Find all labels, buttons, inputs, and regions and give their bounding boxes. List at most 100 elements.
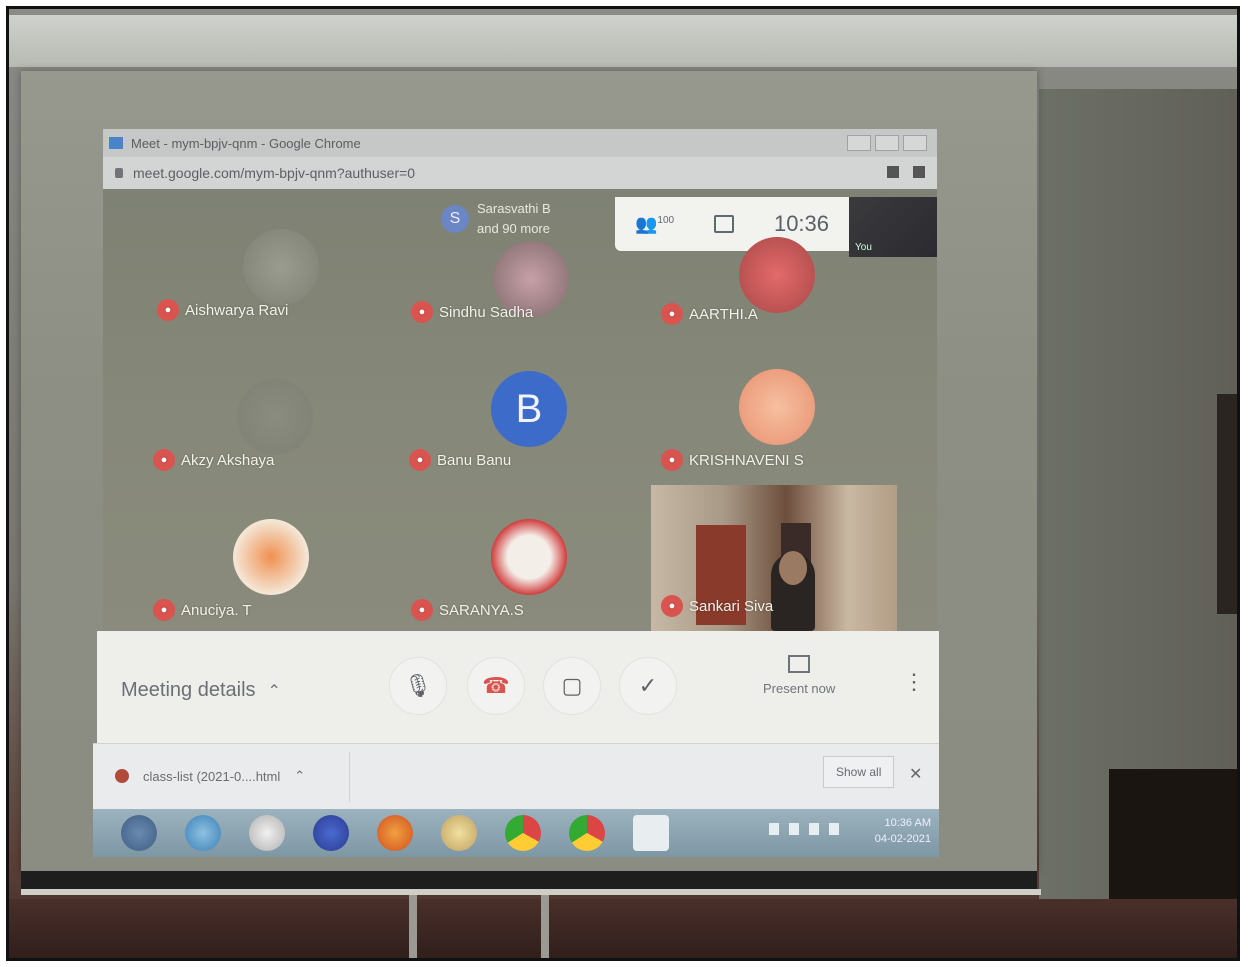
participant-name: Banu Banu xyxy=(437,451,512,469)
participant-tile[interactable]: ● KRISHNAVENI S xyxy=(661,449,804,471)
chevron-up-icon: ⌃ xyxy=(267,682,281,700)
wall-frame xyxy=(1217,394,1237,614)
meet-favicon-icon xyxy=(109,137,123,149)
mic-off-icon: ● xyxy=(661,449,683,471)
avatar xyxy=(237,379,313,455)
mic-off-icon: ● xyxy=(411,599,433,621)
participant-name: KRISHNAVENI S xyxy=(689,451,804,469)
folder-icon[interactable] xyxy=(441,815,477,851)
participant-tile[interactable]: ● Akzy Akshaya xyxy=(153,449,274,471)
present-now-label: Present now xyxy=(763,681,836,696)
chrome-file-icon xyxy=(115,769,129,783)
people-button[interactable]: 👥100 xyxy=(635,214,674,235)
screen-leg-left xyxy=(409,895,417,958)
browser-title-bar: Meet - mym-bpjv-qnm - Google Chrome xyxy=(103,129,937,157)
avatar xyxy=(739,369,815,445)
clock-time: 10:36 AM xyxy=(884,817,931,829)
extension-icon[interactable] xyxy=(913,166,925,178)
chevron-up-icon[interactable]: ⌃ xyxy=(294,768,305,784)
camera-button[interactable]: ▢ xyxy=(543,657,601,715)
window-app-icon[interactable] xyxy=(633,815,669,851)
avatar: B xyxy=(491,371,567,447)
chrome-icon[interactable] xyxy=(505,815,541,851)
avatar xyxy=(739,237,815,313)
present-icon xyxy=(788,655,811,673)
participant-name: SARANYA.S xyxy=(439,601,524,619)
participant-tile[interactable]: ● Aishwarya Ravi xyxy=(157,299,288,321)
presenter-chip: S Sarasvathi B and 90 more xyxy=(441,199,551,239)
internet-explorer-icon[interactable] xyxy=(185,815,221,851)
presenter-avatar: S xyxy=(441,205,469,233)
download-item[interactable]: class-list (2021-0....html ⌃ xyxy=(115,768,305,784)
participant-tile[interactable]: ● Banu Banu xyxy=(409,449,511,471)
meeting-details-button[interactable]: Meeting details ⌃ xyxy=(121,679,281,702)
participant-tile: ● Sankari Siva xyxy=(661,595,773,617)
url-text[interactable]: meet.google.com/mym-bpjv-qnm?authuser=0 xyxy=(133,165,415,181)
meeting-details-label: Meeting details xyxy=(121,679,256,701)
maximize-button[interactable] xyxy=(875,135,899,151)
download-filename: class-list (2021-0....html xyxy=(143,768,281,784)
participant-name: Sankari Siva xyxy=(689,597,774,615)
participant-tile[interactable]: ● Anuciya. T xyxy=(153,599,252,621)
microphone-button[interactable]: 🎙 xyxy=(389,657,447,715)
mic-off-icon: ● xyxy=(157,299,179,321)
battery-icon[interactable] xyxy=(789,823,799,835)
screen-leg-right xyxy=(541,895,549,958)
mic-off-icon: ● xyxy=(409,449,431,471)
participant-name: Aishwarya Ravi xyxy=(185,301,289,319)
divider xyxy=(349,752,350,802)
projector-screen-housing xyxy=(9,15,1237,67)
show-all-button[interactable]: Show all xyxy=(823,756,895,788)
participant-tile[interactable]: ● Sindhu Sadha xyxy=(411,301,533,323)
close-icon[interactable]: ✕ xyxy=(909,764,922,784)
present-now-button[interactable]: Present now xyxy=(763,655,835,696)
mic-off-icon: ● xyxy=(661,303,683,325)
hang-up-button[interactable]: ☎ xyxy=(467,657,525,715)
microphone-icon: 🎙 xyxy=(404,673,432,698)
self-view-tile[interactable]: You xyxy=(849,197,937,257)
close-window-button[interactable] xyxy=(903,135,927,151)
video-person xyxy=(779,551,807,585)
firefox-icon[interactable] xyxy=(377,815,413,851)
chat-icon[interactable] xyxy=(714,215,735,233)
check-icon: ✓ xyxy=(638,673,658,698)
participant-name: Sindhu Sadha xyxy=(439,303,534,321)
participant-name: Anuciya. T xyxy=(181,601,252,619)
floor xyxy=(9,899,1237,958)
chrome-icon[interactable] xyxy=(569,815,605,851)
network-icon[interactable] xyxy=(809,823,819,835)
windows-taskbar: 10:36 AM 04-02-2021 xyxy=(93,809,939,857)
avatar xyxy=(233,519,309,595)
address-bar[interactable]: meet.google.com/mym-bpjv-qnm?authuser=0 xyxy=(103,157,937,189)
download-shelf: class-list (2021-0....html ⌃ Show all ✕ xyxy=(93,743,939,810)
mic-off-icon: ● xyxy=(411,301,433,323)
camera-icon: ▢ xyxy=(561,673,583,698)
browser-title: Meet - mym-bpjv-qnm - Google Chrome xyxy=(131,135,361,151)
meet-top-panel: 👥100 10:36 xyxy=(615,197,849,251)
photo-frame: Meet - mym-bpjv-qnm - Google Chrome meet… xyxy=(6,6,1240,961)
attendance-button[interactable]: ✓ xyxy=(619,657,677,715)
hang-up-icon: ☎ xyxy=(482,673,510,698)
mic-off-icon: ● xyxy=(153,449,175,471)
avatar xyxy=(243,229,319,305)
presenter-more: and 90 more xyxy=(477,221,550,236)
camera-indicator-icon[interactable] xyxy=(887,166,899,178)
participant-count: 100 xyxy=(657,214,675,226)
screen-bottom-strip xyxy=(21,871,1037,889)
meet-controls-bar: Meeting details ⌃ 🎙 ☎ ▢ ✓ Present now ⋮ xyxy=(97,631,939,743)
camera-video-tile[interactable]: ● Sankari Siva xyxy=(651,485,897,631)
participant-tile[interactable]: ● AARTHI.A xyxy=(661,303,758,325)
window-buttons xyxy=(847,135,927,151)
screen-rail xyxy=(21,889,1041,895)
headphones-app-icon[interactable] xyxy=(313,815,349,851)
volume-icon[interactable] xyxy=(829,823,839,835)
self-view-label: You xyxy=(855,242,872,253)
start-button-icon[interactable] xyxy=(121,815,157,851)
participant-tile[interactable]: ● SARANYA.S xyxy=(411,599,524,621)
projected-browser-window: Meet - mym-bpjv-qnm - Google Chrome meet… xyxy=(93,129,939,857)
minimize-button[interactable] xyxy=(847,135,871,151)
flag-icon[interactable] xyxy=(769,823,779,835)
more-options-icon[interactable]: ⋮ xyxy=(903,669,925,695)
media-player-icon[interactable] xyxy=(249,815,285,851)
taskbar-clock[interactable]: 10:36 AM 04-02-2021 xyxy=(875,815,931,847)
